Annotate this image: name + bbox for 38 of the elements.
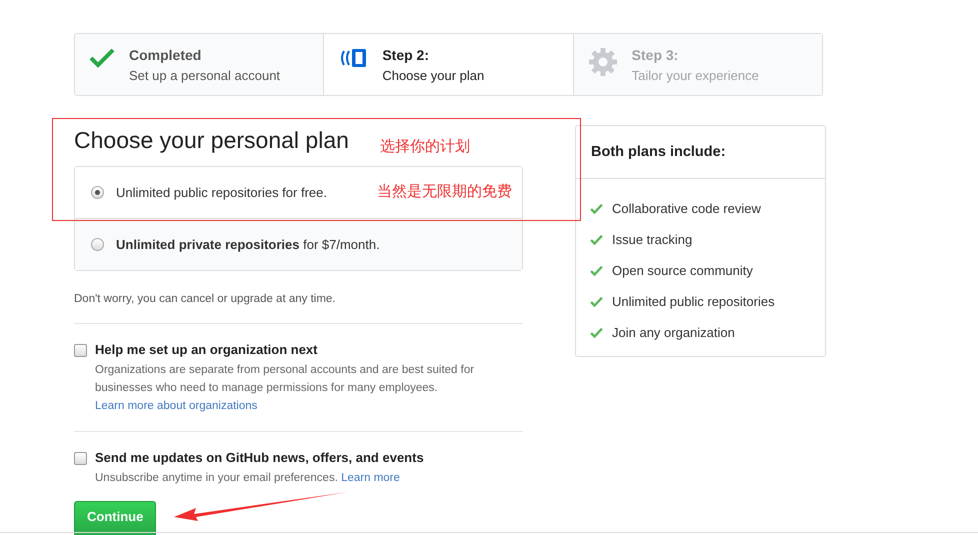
plan-option[interactable]: Unlimited private repositories for $7/month. [75, 218, 522, 270]
feature-item: Issue tracking [612, 232, 692, 247]
features-title: Both plans include: [576, 126, 825, 179]
checkbox[interactable] [74, 452, 87, 465]
continue-button[interactable]: Continue [74, 501, 156, 535]
plan-heading: Choose your personal plan [74, 127, 349, 154]
feature-item: Collaborative code review [612, 201, 761, 216]
check-icon [590, 326, 603, 339]
gear-icon [588, 47, 618, 77]
check-icon [590, 264, 603, 277]
checkbox[interactable] [74, 344, 87, 357]
cancel-note: Don't worry, you can cancel or upgrade at any time. [74, 293, 337, 305]
check-icon [590, 233, 603, 246]
option-description: Unsubscribe anytime in your email preferences. Learn more [95, 471, 401, 486]
feature-item: Join any organization [612, 325, 735, 340]
plan-label: Unlimited public repositories for free. [116, 185, 327, 200]
step-title: Step 3: [632, 47, 680, 63]
annotation-note: 选择你的计划 [380, 137, 470, 156]
feature-item: Unlimited public repositories [612, 294, 775, 309]
radio-button[interactable] [91, 238, 104, 251]
step-subtitle: Choose your plan [382, 68, 484, 83]
check-icon [590, 202, 603, 215]
device-icon [338, 47, 368, 69]
feature-item: Open source community [612, 263, 753, 278]
step-subtitle: Tailor your experience [632, 68, 759, 83]
step-title: Step 2: [382, 47, 430, 63]
check-icon [590, 295, 603, 308]
learn-more-link[interactable]: Learn more [341, 472, 400, 484]
radio-button[interactable] [91, 186, 104, 199]
option-title: Send me updates on GitHub news, offers, and events [95, 450, 425, 465]
plan-label: Unlimited private repositories for $7/month. [116, 237, 380, 252]
option-title: Help me set up an organization next [95, 342, 318, 357]
step-title: Completed [129, 47, 202, 63]
option-description: Organizations are separate from personal accounts and are best suited for businesses who need to manage permissions for many employees. Learn more about organizations [95, 361, 495, 415]
annotation-note: 当然是无限期的免费 [377, 182, 512, 201]
step-subtitle: Set up a personal account [129, 68, 280, 83]
learn-more-link[interactable]: Learn more about organizations [95, 397, 495, 415]
check-icon [89, 47, 115, 69]
